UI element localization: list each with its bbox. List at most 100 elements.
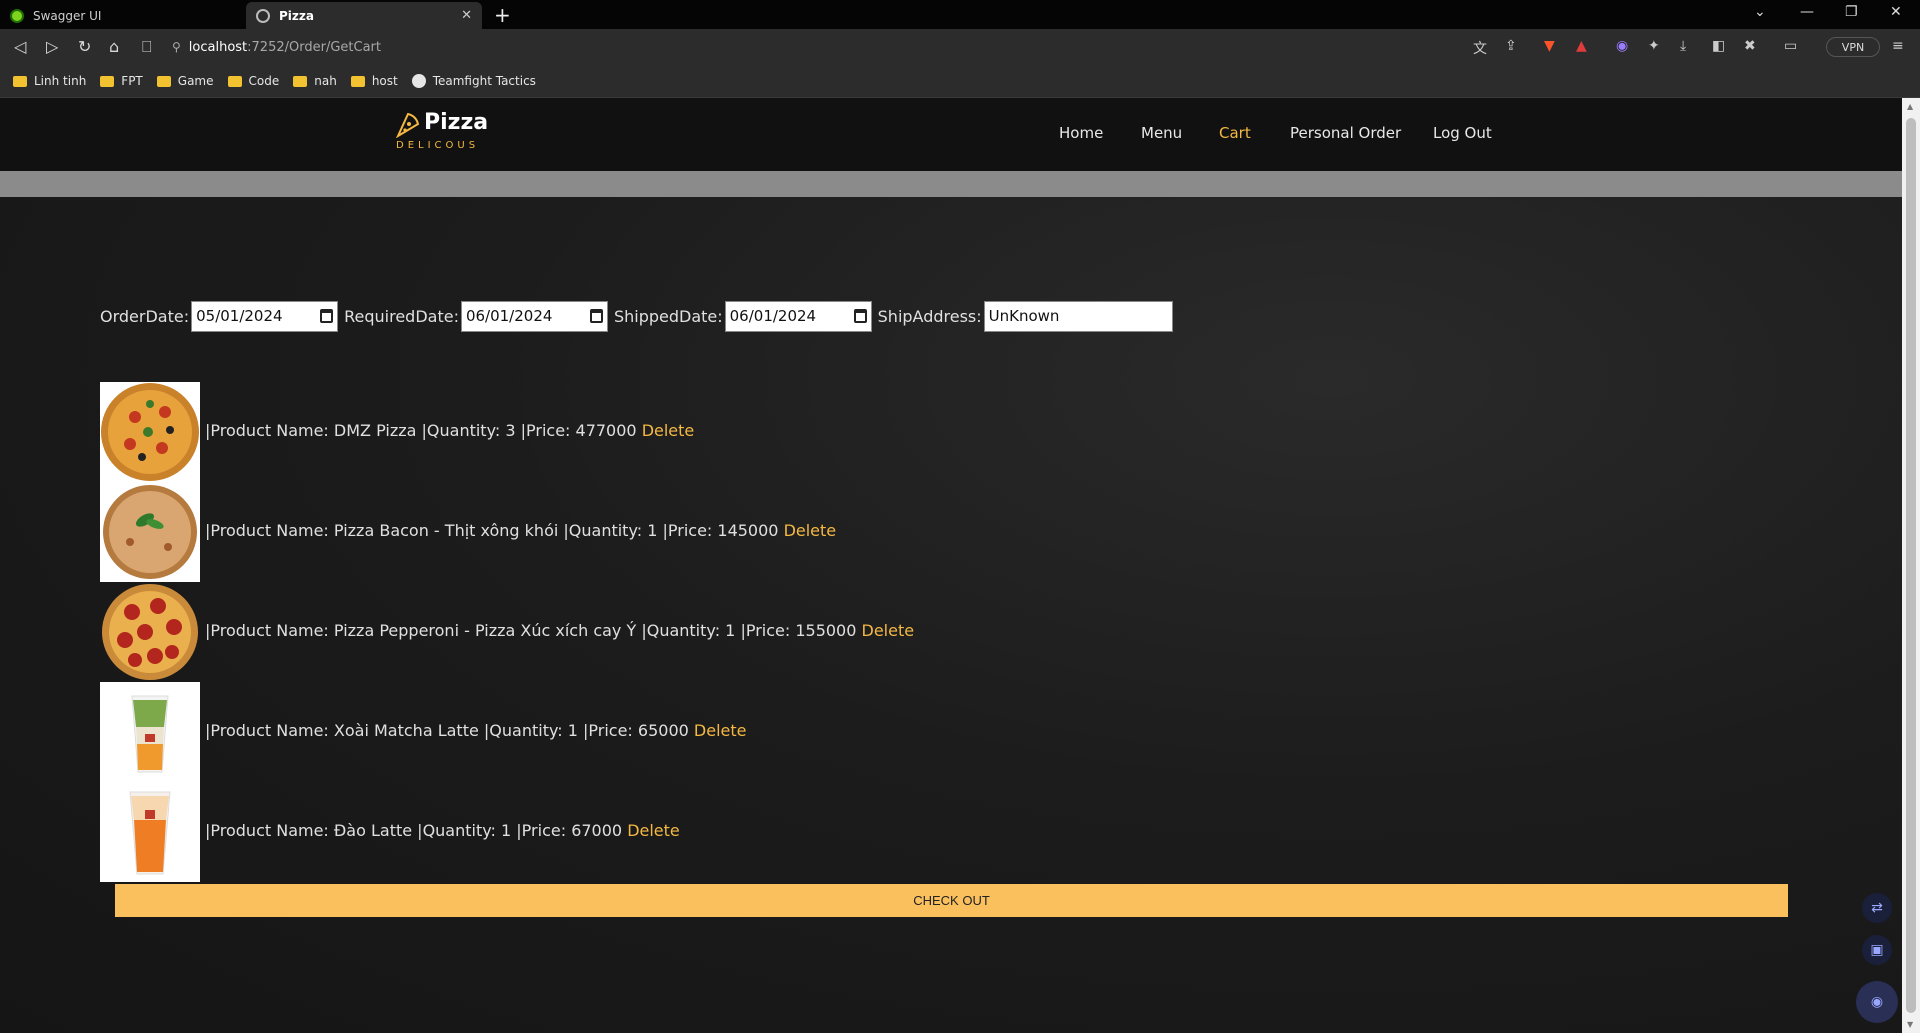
nav-personal-order[interactable]: Personal Order — [1290, 124, 1401, 142]
globe-icon — [256, 8, 270, 23]
folder-icon — [100, 75, 115, 87]
tft-icon — [411, 74, 426, 88]
drink-matcha-image — [100, 682, 200, 782]
folder-icon — [227, 75, 242, 87]
nav-home[interactable]: Home — [1059, 124, 1103, 142]
url-path: :7252/Order/GetCart — [247, 39, 381, 55]
bookmark-teamfight-tactics[interactable]: Teamfight Tactics — [411, 74, 536, 88]
bookmark-host[interactable]: host — [350, 74, 398, 88]
cart-item: |Product Name: Pizza Pepperoni - Pizza X… — [100, 582, 914, 682]
brave-shields-icon[interactable]: ▼ — [1544, 38, 1555, 54]
swagger-icon — [10, 8, 24, 23]
tab-title: Swagger UI — [33, 8, 102, 23]
browser-tab-bar: Swagger UI Pizza ✕ + ⌄ — ❐ ✕ — [0, 0, 1920, 29]
shipped-date-label: ShippedDate: — [613, 306, 723, 326]
bookmark-code[interactable]: Code — [227, 74, 279, 88]
ship-address-input[interactable]: UnKnown — [983, 300, 1173, 332]
folder-icon — [156, 75, 171, 87]
tools-icon[interactable]: ✖ — [1744, 38, 1756, 54]
calendar-icon[interactable] — [853, 308, 867, 323]
folder-icon — [293, 75, 308, 87]
new-tab-button[interactable]: + — [494, 3, 511, 27]
required-date-input[interactable]: 06/01/2024 — [460, 300, 608, 332]
delete-link[interactable]: Delete — [642, 421, 695, 440]
required-date-label: RequiredDate: — [344, 306, 459, 326]
ai-widget-icon[interactable]: ◉ — [1856, 981, 1898, 1023]
reader-widget-icon[interactable]: ▣ — [1862, 935, 1892, 965]
downloads-icon[interactable]: ⤓ — [1680, 38, 1686, 54]
order-form: OrderDate: 05/01/2024 RequiredDate: 06/0… — [100, 300, 1173, 332]
pizza-bacon-image — [100, 482, 200, 582]
pizza-slice-icon — [396, 112, 420, 138]
nav-cart[interactable]: Cart — [1219, 124, 1251, 142]
cart-item: |Product Name: Xoài Matcha Latte |Quanti… — [100, 682, 820, 782]
scrollbar-thumb[interactable] — [1906, 118, 1916, 1013]
header-divider-strip — [0, 171, 1902, 197]
close-tab-icon[interactable]: ✕ — [461, 8, 472, 23]
url-field[interactable]: ⚲ localhost:7252/Order/GetCart — [172, 33, 1472, 61]
vpn-button[interactable]: VPN — [1826, 37, 1880, 57]
bookmark-fpt[interactable]: FPT — [100, 74, 143, 88]
bookmark-nah[interactable]: nah — [293, 74, 337, 88]
page-viewport: Pizza DELICOUS Home Menu Cart Personal O… — [0, 98, 1902, 1033]
translate-widget-icon[interactable]: ⇄ — [1862, 893, 1892, 923]
extensions-icon[interactable]: ✦ — [1648, 38, 1660, 54]
bookmark-game[interactable]: Game — [156, 74, 214, 88]
menu-icon[interactable]: ≡ — [1892, 38, 1904, 54]
delete-link[interactable]: Delete — [694, 721, 747, 740]
checkout-button[interactable]: CHECK OUT — [115, 884, 1788, 917]
scroll-down-icon[interactable]: ▼ — [1907, 1020, 1913, 1029]
cart-item-text: |Product Name: DMZ Pizza |Quantity: 3 |P… — [205, 421, 695, 440]
calendar-icon[interactable] — [320, 308, 334, 323]
url-host: localhost — [188, 39, 248, 55]
back-icon[interactable]: ◁ — [14, 37, 26, 56]
tab-list-chevron-icon[interactable]: ⌄ — [1754, 4, 1766, 20]
cart-item-text: |Product Name: Pizza Pepperoni - Pizza X… — [205, 621, 915, 640]
ship-address-label: ShipAddress: — [877, 306, 982, 326]
cart-item-text: |Product Name: Đào Latte |Quantity: 1 |P… — [205, 821, 680, 840]
cart-item-text: |Product Name: Pizza Bacon - Thịt xông k… — [205, 521, 837, 540]
delete-link[interactable]: Delete — [627, 821, 680, 840]
site-info-icon[interactable]: ⚲ — [172, 40, 181, 54]
bookmark-icon[interactable]: ⎕ — [142, 37, 152, 57]
cart-item: |Product Name: Đào Latte |Quantity: 1 |P… — [100, 782, 820, 882]
nav-log-out[interactable]: Log Out — [1433, 124, 1492, 142]
page-scrollbar[interactable]: ▲ ▼ — [1902, 98, 1920, 1033]
order-date-label: OrderDate: — [100, 306, 190, 326]
reload-icon[interactable]: ↻ — [78, 37, 91, 56]
bookmarks-bar: Linh tinh FPT Game Code nah host Teamfig… — [0, 65, 1920, 98]
pizza-veggie-image — [100, 382, 200, 482]
brave-rewards-icon[interactable]: ▲ — [1576, 38, 1587, 54]
tab-title: Pizza — [279, 8, 314, 23]
translate-icon[interactable]: 文 — [1473, 38, 1487, 58]
scroll-up-icon[interactable]: ▲ — [1907, 102, 1913, 111]
cart-item: |Product Name: DMZ Pizza |Quantity: 3 |P… — [100, 382, 820, 482]
wallet-icon[interactable]: ▭ — [1784, 38, 1797, 54]
folder-icon — [350, 75, 365, 87]
order-date-input[interactable]: 05/01/2024 — [191, 300, 339, 332]
drink-peach-image — [100, 782, 200, 882]
sidebar-icon[interactable]: ◧ — [1712, 38, 1725, 54]
close-window-button[interactable]: ✕ — [1890, 4, 1902, 20]
forward-icon[interactable]: ▷ — [46, 37, 58, 56]
bookmark-linh-tinh[interactable]: Linh tinh — [13, 74, 86, 88]
cart-item-text: |Product Name: Xoài Matcha Latte |Quanti… — [205, 721, 747, 740]
home-icon[interactable]: ⌂ — [109, 37, 119, 56]
ai-assistant-icon[interactable]: ◉ — [1616, 38, 1628, 54]
address-toolbar: ◁ ▷ ↻ ⌂ ⎕ ⚲ localhost:7252/Order/GetCart… — [0, 29, 1920, 65]
delete-link[interactable]: Delete — [862, 621, 915, 640]
pizza-pepperoni-image — [102, 584, 198, 680]
logo-name: Pizza — [424, 110, 489, 135]
tab-pizza[interactable]: Pizza ✕ — [246, 2, 482, 29]
shipped-date-input[interactable]: 06/01/2024 — [724, 300, 872, 332]
share-icon[interactable]: ⇪ — [1505, 38, 1517, 54]
nav-menu[interactable]: Menu — [1141, 124, 1182, 142]
tab-swagger-ui[interactable]: Swagger UI — [0, 2, 244, 29]
folder-icon — [13, 75, 27, 87]
site-header: Pizza DELICOUS Home Menu Cart Personal O… — [0, 98, 1902, 171]
delete-link[interactable]: Delete — [784, 521, 837, 540]
logo-tagline: DELICOUS — [396, 140, 480, 151]
restore-button[interactable]: ❐ — [1845, 4, 1858, 20]
minimize-button[interactable]: — — [1800, 4, 1814, 20]
calendar-icon[interactable] — [589, 308, 603, 323]
